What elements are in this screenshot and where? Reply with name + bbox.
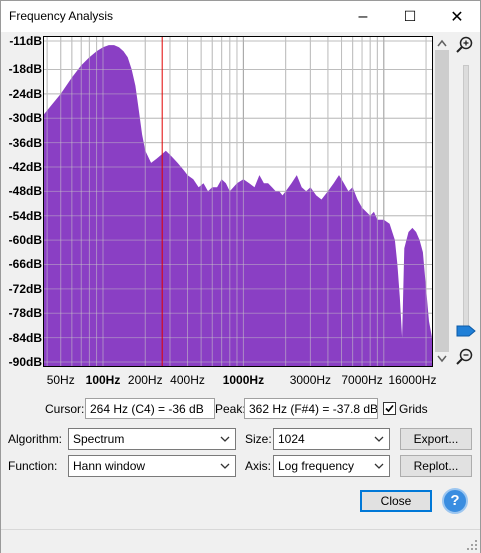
y-tick-label: -18dB (8, 62, 42, 77)
algorithm-select[interactable]: Spectrum (68, 428, 236, 450)
export-button[interactable]: Export... (400, 428, 472, 450)
y-tick-label: -90dB (8, 354, 42, 369)
x-tick-label: 3000Hz (289, 373, 332, 387)
x-tick-label: 100Hz (85, 373, 121, 387)
cursor-readout: 264 Hz (C4) = -36 dB (85, 398, 215, 419)
minimize-button[interactable]: – (340, 1, 386, 32)
grids-label[interactable]: Grids (399, 402, 428, 416)
y-tick-label: -60dB (8, 233, 42, 248)
zoom-in-icon[interactable] (456, 36, 474, 54)
window-title: Frequency Analysis (9, 9, 114, 23)
zoom-out-icon[interactable] (456, 348, 474, 366)
spectrum-chart (44, 37, 432, 366)
y-tick-label: -78dB (8, 306, 42, 321)
help-button[interactable]: ? (442, 488, 468, 514)
function-select[interactable]: Hann window (68, 455, 236, 477)
y-tick-label: -30dB (8, 111, 42, 126)
chevron-down-icon (374, 436, 384, 442)
spectrum-plot[interactable] (43, 36, 433, 367)
size-value: 1024 (278, 432, 305, 446)
zoom-slider-handle[interactable] (456, 324, 476, 338)
y-tick-label: -84dB (8, 330, 42, 345)
y-tick-label: -24dB (8, 86, 42, 101)
chevron-down-icon (220, 436, 230, 442)
x-tick-label: 7000Hz (341, 373, 383, 387)
resize-grip-icon[interactable] (466, 539, 478, 551)
peak-readout: 362 Hz (F#4) = -37.8 dB (244, 398, 378, 419)
y-tick-label: -54dB (8, 208, 42, 223)
grids-checkbox[interactable] (383, 402, 396, 415)
x-tick-label: 1000Hz (222, 373, 265, 387)
function-value: Hann window (73, 459, 146, 473)
x-tick-label: 200Hz (127, 373, 163, 387)
peak-label: Peak: (215, 402, 246, 416)
axis-label: Axis: (245, 459, 272, 473)
zoom-slider-track[interactable] (463, 65, 469, 335)
y-tick-label: -72dB (8, 281, 42, 296)
function-label: Function: (8, 459, 58, 473)
y-tick-label: -36dB (8, 135, 42, 150)
x-tick-label: 50Hz (46, 373, 75, 387)
algorithm-label: Algorithm: (8, 432, 63, 446)
spectrum-area (44, 45, 432, 366)
vertical-scrollbar[interactable] (433, 36, 451, 366)
chevron-down-icon (220, 463, 230, 469)
axis-value: Log frequency (278, 459, 355, 473)
status-bar (1, 529, 480, 553)
size-select[interactable]: 1024 (273, 428, 390, 450)
y-tick-label: -48dB (8, 184, 42, 199)
y-tick-label: -66dB (8, 257, 42, 272)
cursor-label: Cursor: (45, 402, 85, 416)
x-tick-label: 16000Hz (388, 373, 437, 387)
chevron-down-icon (374, 463, 384, 469)
y-tick-label: -11dB (9, 34, 42, 49)
title-bar: Frequency Analysis – ☐ ✕ (1, 1, 480, 32)
checkmark-icon (385, 404, 394, 413)
y-tick-label: -42dB (8, 159, 42, 174)
axis-select[interactable]: Log frequency (273, 455, 390, 477)
scrollbar-thumb (435, 50, 449, 352)
maximize-button[interactable]: ☐ (387, 1, 433, 32)
close-button[interactable]: Close (360, 490, 432, 512)
frequency-analysis-window: Frequency Analysis – ☐ ✕ -11dB -18dB -24dB… (0, 0, 481, 553)
algorithm-value: Spectrum (73, 432, 125, 446)
replot-button[interactable]: Replot... (400, 455, 472, 477)
x-tick-label: 400Hz (170, 373, 205, 387)
close-window-button[interactable]: ✕ (434, 1, 480, 32)
size-label: Size: (245, 432, 272, 446)
